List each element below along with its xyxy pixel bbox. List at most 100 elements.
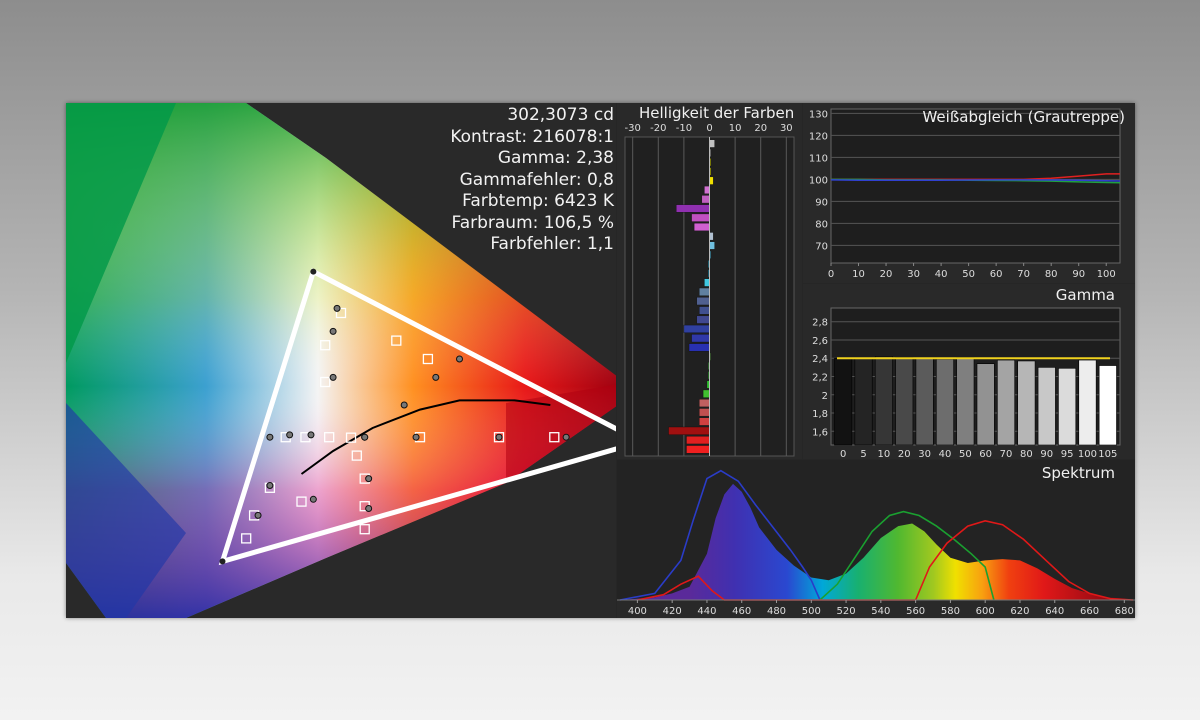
gamma-bar (874, 356, 893, 446)
y-tick-label: 100 (809, 175, 828, 186)
gamma-bar (1098, 365, 1117, 446)
x-tick-label: 400 (628, 606, 647, 617)
x-tick-label: 10 (852, 269, 865, 280)
brightness-bar (691, 334, 710, 343)
x-tick-label: 0 (828, 269, 834, 280)
brightness-bar (701, 195, 710, 204)
brightness-bar (704, 185, 710, 194)
y-tick-label: 1,6 (812, 427, 828, 438)
x-tick-label: 560 (906, 606, 925, 617)
measurement-point (361, 433, 369, 441)
x-tick-label: 20 (880, 269, 893, 280)
contrast-value: Kontrast: 216078:1 (450, 126, 614, 147)
y-tick-label: 2 (822, 391, 828, 402)
x-tick-label: 480 (767, 606, 786, 617)
gamma-chart: 1,6 1,8 2 2,2 2,4 2,6 2,8 0 5 10 20 30 40 50 60 70 80 90 9… (812, 307, 1121, 459)
x-tick-label: 40 (939, 449, 952, 459)
x-tick-label: 105 (1098, 449, 1117, 459)
gamma-bar (1017, 360, 1036, 446)
x-tick-label: 0 (706, 123, 712, 134)
stats-block: 302,3073 cd Kontrast: 216078:1 Gamma: 2,… (314, 103, 614, 263)
gamma-bar (997, 359, 1016, 446)
measurement-point (365, 505, 373, 512)
brightness-bar (696, 315, 710, 324)
color-error-value: Farbfehler: 1,1 (490, 234, 614, 254)
y-tick-label: 70 (815, 241, 828, 252)
measurement-point (254, 511, 262, 519)
color-brightness-chart: -30 -20 -10 0 10 20 30 (624, 123, 795, 457)
y-tick-label: 130 (809, 109, 828, 120)
gamma-bar (854, 357, 873, 446)
gamma-bar (1037, 367, 1056, 446)
x-tick-label: 70 (1000, 449, 1013, 459)
x-tick-label: -20 (650, 123, 666, 134)
brightness-bar (704, 278, 710, 287)
x-tick-label: 70 (1017, 269, 1030, 280)
x-tick-label: 10 (729, 123, 742, 134)
measurement-point (400, 401, 408, 409)
measurement-point (495, 433, 503, 441)
brightness-bar (709, 232, 714, 241)
brightness-bar (709, 176, 714, 185)
primary-marker (310, 268, 317, 275)
cie-chromaticity-panel: 302,3073 cd Kontrast: 216078:1 Gamma: 2,… (66, 103, 616, 618)
x-tick-label: 0 (840, 449, 846, 459)
brightness-bar (702, 389, 710, 398)
gamma-title: Gamma (1055, 286, 1115, 304)
y-tick-label: 1,8 (812, 409, 828, 420)
white-balance-panel: 70 80 90 100 110 120 130 0 10 20 30 40 50 60 70 80 90 100… (803, 103, 1135, 283)
luminance-value: 302,3073 cd (507, 105, 614, 125)
brightness-bar (683, 324, 710, 333)
x-tick-label: 80 (1045, 269, 1058, 280)
primary-marker (219, 558, 226, 565)
gamma-bar (915, 357, 934, 446)
measurement-point (329, 327, 337, 335)
x-tick-label: 30 (780, 123, 793, 134)
x-tick-label: -30 (625, 123, 641, 134)
x-tick-label: 640 (1045, 606, 1064, 617)
x-tick-label: 500 (802, 606, 821, 617)
x-tick-label: 30 (907, 269, 920, 280)
spectrum-title: Spektrum (1041, 464, 1115, 482)
x-tick-label: -10 (676, 123, 692, 134)
y-tick-label: 2,6 (812, 336, 828, 347)
measurement-point (266, 433, 274, 441)
measurement-point (333, 304, 341, 312)
y-tick-label: 2,8 (812, 318, 828, 329)
brightness-bar (699, 408, 710, 417)
gamma-panel: 1,6 1,8 2 2,2 2,4 2,6 2,8 0 5 10 20 30 40 50 60 70 80 90 9… (803, 284, 1135, 459)
y-tick-label: 110 (809, 153, 828, 164)
plot-area (830, 108, 1121, 264)
x-tick-label: 460 (732, 606, 751, 617)
measurement-point (432, 373, 440, 381)
gamma-error-value: Gammafehler: 0,8 (459, 169, 614, 190)
brightness-bar (696, 297, 710, 306)
x-tick-label: 100 (1078, 449, 1097, 459)
brightness-bar (686, 445, 710, 454)
x-tick-label: 20 (898, 449, 911, 459)
x-tick-label: 60 (979, 449, 992, 459)
brightness-bar (688, 343, 710, 352)
x-tick-label: 90 (1072, 269, 1085, 280)
gamma-value: Gamma: 2,38 (497, 148, 614, 168)
y-tick-label: 2,4 (812, 354, 828, 365)
measurement-report: 302,3073 cd Kontrast: 216078:1 Gamma: 2,… (66, 103, 1135, 618)
x-tick-label: 5 (860, 449, 866, 459)
x-tick-label: 520 (837, 606, 856, 617)
measurement-point (266, 482, 274, 489)
x-tick-label: 40 (935, 269, 948, 280)
x-tick-label: 660 (1080, 606, 1099, 617)
white-balance-title: Weißabgleich (Grautreppe) (922, 108, 1125, 126)
gamma-bar (976, 363, 995, 446)
x-tick-label: 90 (1040, 449, 1053, 459)
gamma-bar (1078, 359, 1097, 446)
x-tick-label: 80 (1020, 449, 1033, 459)
x-tick-label: 50 (962, 269, 975, 280)
gamma-bar (1058, 367, 1077, 446)
white-balance-chart: 70 80 90 100 110 120 130 0 10 20 30 40 50 60 70 80 90 100 (809, 108, 1121, 280)
brightness-bar (668, 426, 710, 435)
brightness-bar (709, 139, 715, 148)
brightness-bar (691, 213, 710, 222)
brightness-bar (709, 241, 715, 250)
gamma-bar (935, 358, 954, 446)
